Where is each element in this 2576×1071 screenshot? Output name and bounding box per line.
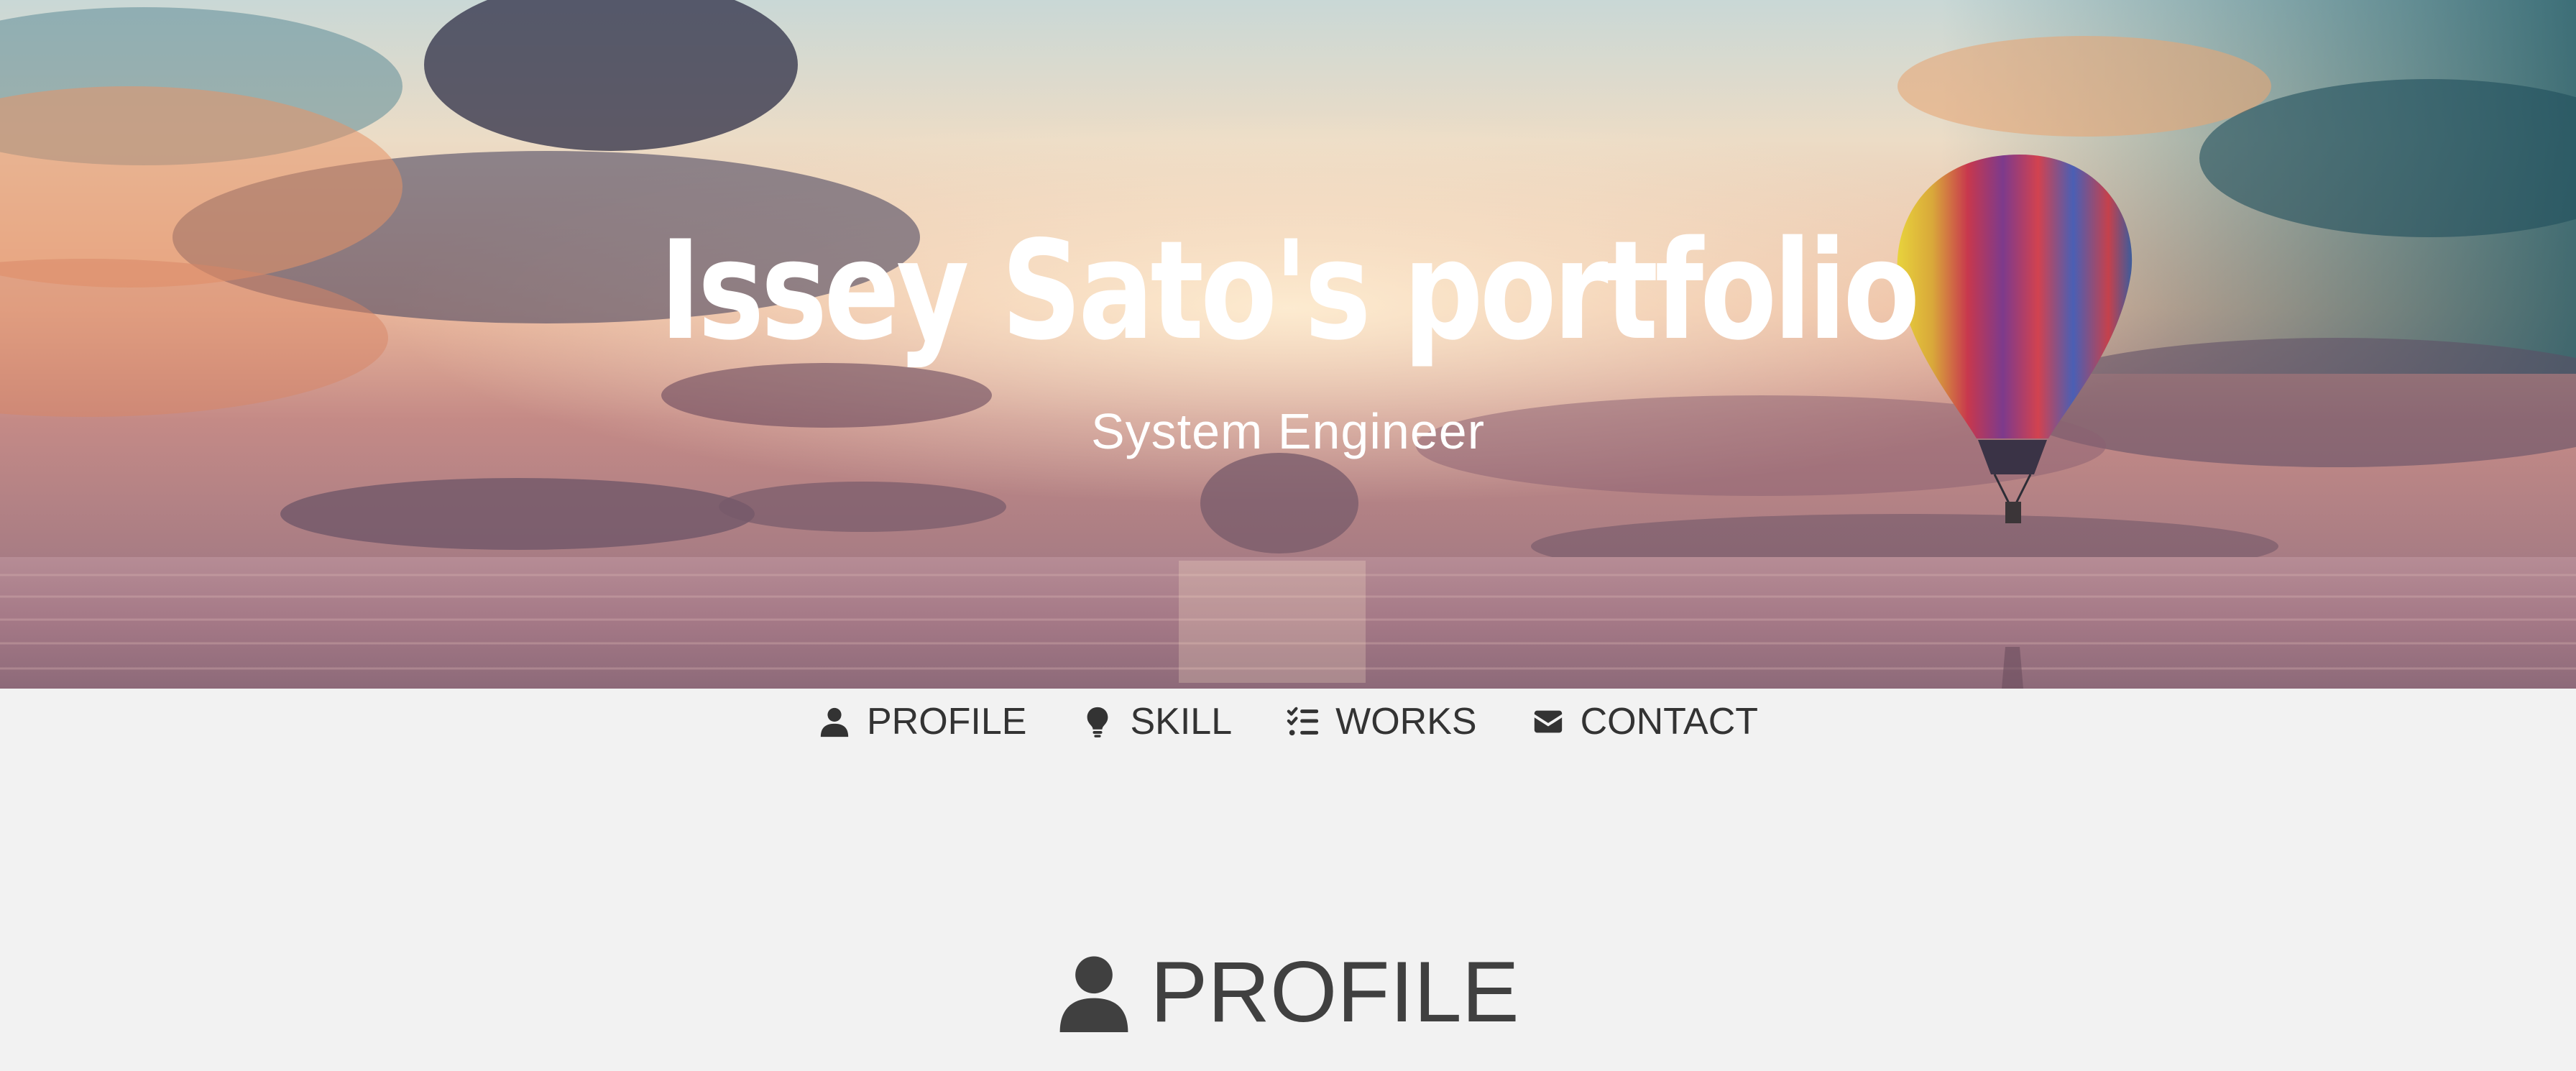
lightbulb-icon [1087,707,1108,737]
nav-item-label: SKILL [1130,701,1233,743]
nav-item-works[interactable]: WORKS [1287,700,1477,743]
user-icon [1059,956,1128,1032]
user-icon [820,707,849,737]
hero-title: Issey Sato's portfolio [659,211,1920,370]
nav-item-label: WORKS [1335,701,1477,743]
hero-banner: Issey Sato's portfolio System Engineer [0,0,2576,689]
nav-item-label: CONTACT [1580,701,1759,743]
section-heading-profile: PROFILE [0,934,2576,1049]
nav-item-skill[interactable]: SKILL [1081,700,1232,743]
section-title: PROFILE [1150,944,1519,1040]
nav-item-profile[interactable]: PROFILE [818,700,1027,743]
nav-item-label: PROFILE [866,701,1027,743]
nav-item-contact[interactable]: CONTACT [1532,700,1758,743]
main-nav: PROFILE SKILL WORKS CONTACT [0,689,2576,755]
envelope-icon [1534,710,1562,733]
hero-subtitle: System Engineer [1090,403,1486,459]
task-list-icon [1287,707,1319,736]
